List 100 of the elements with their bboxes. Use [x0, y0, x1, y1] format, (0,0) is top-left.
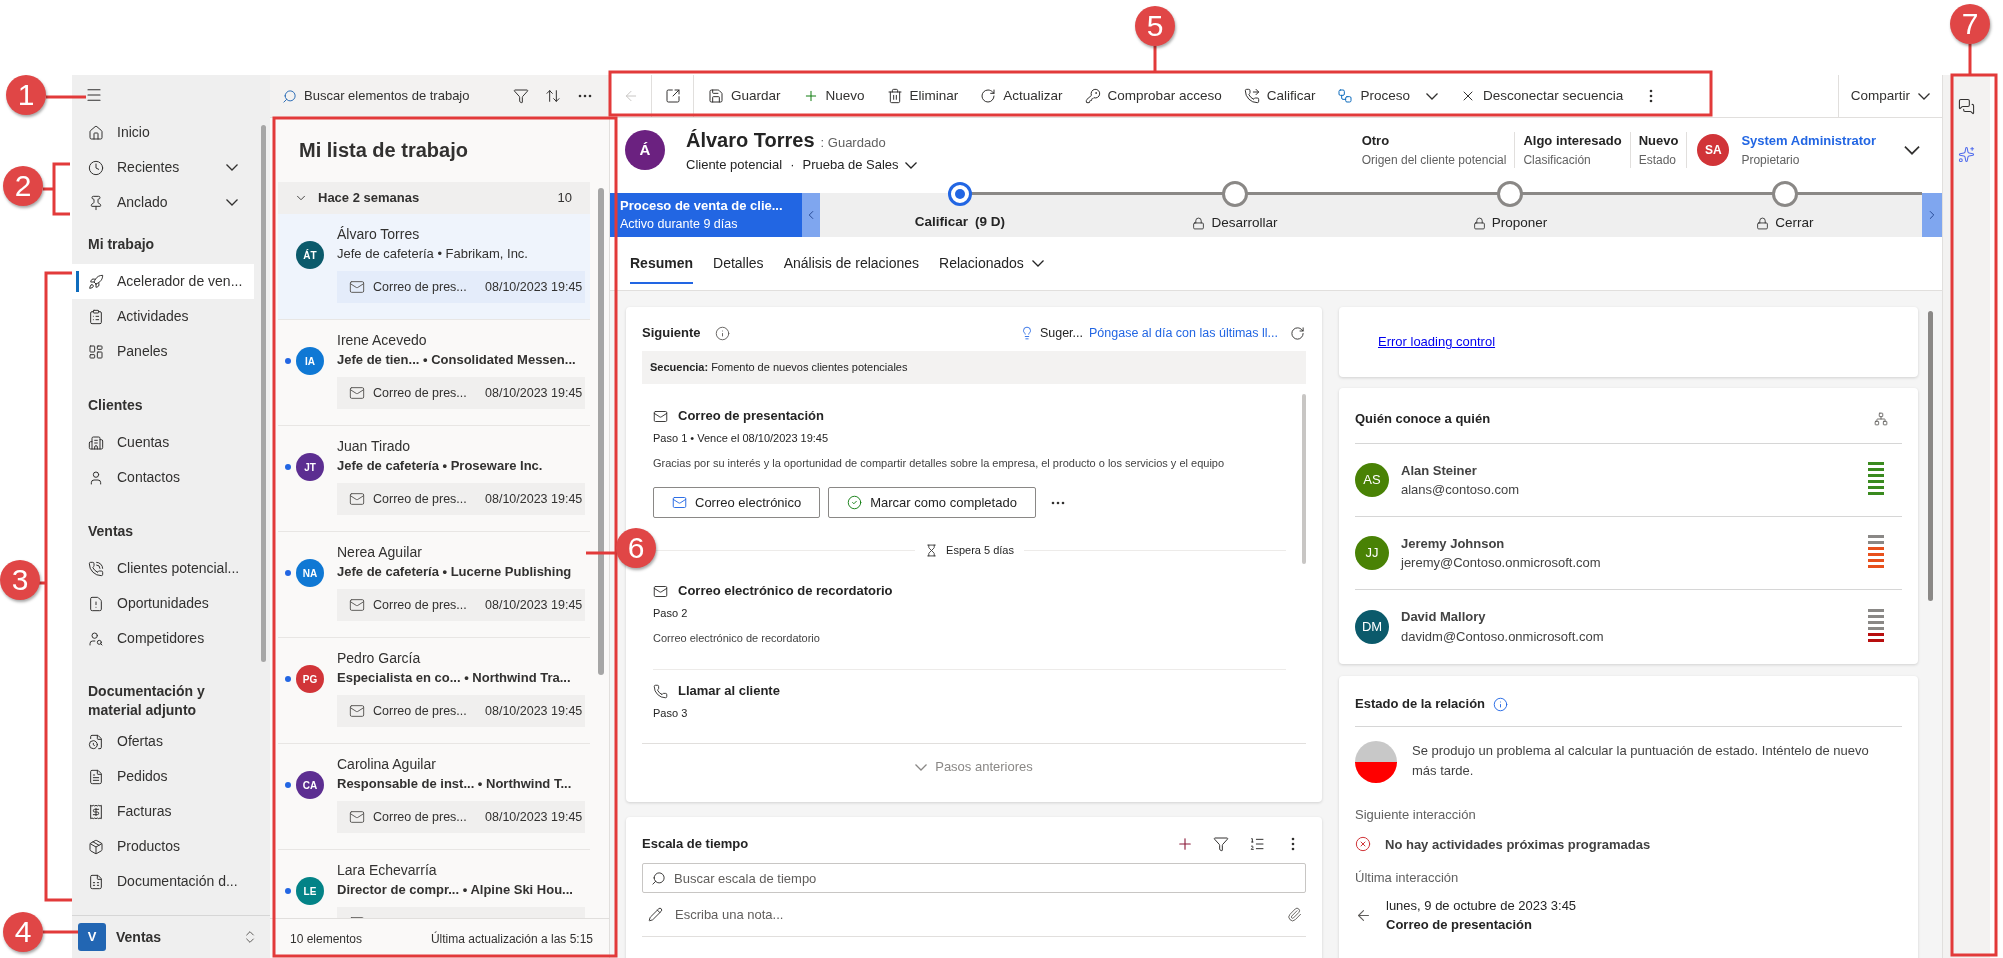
nav-item[interactable]: Cuentas	[72, 425, 254, 460]
avatar: JT	[296, 453, 324, 481]
dashboard-icon	[88, 343, 104, 360]
pencil-icon	[648, 907, 663, 922]
command-button[interactable]: Actualizar	[972, 78, 1071, 114]
share-button[interactable]: Compartir	[1838, 78, 1942, 114]
process-stage[interactable]: Cerrar	[1647, 182, 1923, 237]
sequence-name: Secuencia: Fomento de nuevos clientes potenciales	[650, 360, 908, 376]
nav-group-title: Ventas	[88, 522, 135, 541]
refresh-button[interactable]	[1288, 324, 1306, 342]
command-button[interactable]: Proceso	[1329, 78, 1446, 114]
callout-badge: 7	[1950, 4, 1990, 44]
process-stage-box[interactable]: Proceso de venta de clie... Activo durante 9 días	[610, 193, 802, 237]
health-indicator-icon	[1355, 741, 1397, 783]
process-icon	[1337, 88, 1354, 104]
avatar: CA	[296, 771, 324, 799]
worklist-item[interactable]: IA Irene Acevedo Jefe de tien... • Consolidated Messen... Correo de pres... 08/10/2023 19:45	[278, 320, 590, 426]
nav-item[interactable]: Anclado	[72, 185, 254, 220]
activity-chip[interactable]: Correo de pres... 08/10/2023 19:45	[337, 483, 585, 515]
command-button[interactable]: Comprobar acceso	[1076, 78, 1230, 114]
activity-chip[interactable]: Correo de pres... 08/10/2023 19:45	[337, 271, 585, 303]
command-button[interactable]: Calificar	[1235, 78, 1324, 114]
lock-icon	[1756, 216, 1770, 230]
contact-name: Alan Steiner	[1401, 461, 1478, 480]
separator-dot: ·	[790, 156, 795, 175]
save-icon	[708, 88, 724, 104]
timeline-search-field[interactable]: Buscar escala de tiempo	[642, 863, 1306, 893]
avatar: ÁT	[296, 241, 324, 269]
scrollbar-thumb[interactable]	[261, 125, 266, 662]
form-selector[interactable]: Prueba de Sales	[802, 155, 917, 175]
contact-name: Jeremy Johnson	[1401, 534, 1506, 553]
nav-item[interactable]: Contactos	[72, 460, 254, 495]
building-icon	[88, 434, 104, 451]
error-link[interactable]: Error loading control	[1378, 332, 1496, 352]
step-action-button[interactable]: Marcar como completado	[828, 487, 1036, 518]
contact-name: Irene Acevedo	[337, 331, 428, 350]
nav-item[interactable]: Documentación d...	[72, 864, 254, 899]
callout-badge: 1	[6, 75, 46, 115]
worklist-item[interactable]: NA Nerea Aguilar Jefe de cafetería • Lucerne Publishing Correo de pres... 08/10/2023 19:45	[278, 532, 590, 638]
document-clock-icon	[88, 733, 104, 750]
suggestion-link[interactable]: Póngase al día con las últimas ll...	[1089, 323, 1278, 343]
nav-item[interactable]: Acelerador de ven...	[72, 264, 254, 299]
tab[interactable]: Detalles	[713, 245, 764, 284]
contact-avatar: DM	[1355, 609, 1389, 644]
note-field[interactable]: Escriba una nota...	[642, 893, 1306, 937]
nav-item[interactable]: Competidores	[72, 621, 254, 656]
tab[interactable]: Relacionados	[939, 245, 1044, 284]
card-title: Quién conoce a quién	[1355, 409, 1492, 428]
scrollbar-thumb[interactable]	[1928, 311, 1933, 601]
group-header[interactable]: Hace 2 semanas 10	[278, 182, 590, 214]
group-count: 10	[557, 189, 572, 208]
owner-label: Propietario	[1741, 151, 1801, 169]
command-button[interactable]: Nuevo	[794, 78, 873, 114]
nav-item[interactable]: Pedidos	[72, 759, 254, 794]
leader-line	[1153, 46, 1157, 72]
header-field-value: Otro	[1361, 132, 1391, 151]
owner-link[interactable]: System Administrator	[1741, 131, 1876, 151]
tab[interactable]: Análisis de relaciones	[783, 245, 920, 284]
activity-chip[interactable]: Correo de pres... 08/10/2023 19:45	[337, 801, 585, 833]
area-switcher[interactable]: V Ventas	[78, 923, 258, 951]
nav-item[interactable]: Actividades	[72, 299, 254, 334]
contact-avatar: AS	[1355, 463, 1389, 497]
nav-item[interactable]: Oportunidades	[72, 586, 254, 621]
activity-chip[interactable]: Correo de pres... 08/10/2023 19:45	[337, 377, 585, 409]
menu-button[interactable]	[85, 86, 103, 104]
command-button[interactable]: Desconectar secuencia	[1451, 78, 1632, 114]
step-title: Llamar al cliente	[678, 682, 780, 701]
previous-steps-button[interactable]: Pasos anteriores	[642, 744, 1306, 790]
nav-item[interactable]: Productos	[72, 829, 254, 864]
worklist-item[interactable]: PG Pedro García Especialista en co... • Northwind Tra... Correo de pres... 08/10/2023 19:45	[278, 638, 590, 744]
activity-chip[interactable]: Correo de pres... 08/10/2023 19:45	[337, 589, 585, 621]
tab[interactable]: Resumen	[630, 245, 694, 284]
last-interaction-label: Última interacción	[1355, 869, 1460, 887]
nav-item[interactable]: Inicio	[72, 115, 254, 150]
worklist-item[interactable]: ÁT Álvaro Torres Jefe de cafetería • Fabrikam, Inc. Correo de pres... 08/10/2023 19:45	[278, 214, 590, 320]
nav-item[interactable]: Paneles	[72, 334, 254, 369]
item-count: 10 elementos	[290, 930, 363, 948]
popout-icon	[664, 88, 681, 104]
paperclip-icon	[1287, 907, 1302, 922]
contact-subtitle: Jefe de cafetería • Fabrikam, Inc.	[337, 245, 529, 263]
nav-item[interactable]: Ofertas	[72, 724, 254, 759]
nav-item[interactable]: Facturas	[72, 794, 254, 829]
activity-chip[interactable]: Correo de pres... 08/10/2023 19:45	[337, 695, 585, 727]
process-stage[interactable]: Desarrollar	[1097, 182, 1373, 237]
nav-item[interactable]: Recientes	[72, 150, 254, 185]
process-stage[interactable]: Calificar (9 D)	[822, 182, 1098, 237]
process-stage[interactable]: Proponer	[1372, 182, 1648, 237]
callout-badge: 2	[3, 166, 43, 206]
next-interaction-value: No hay actividades próximas programadas	[1385, 835, 1651, 854]
command-button[interactable]: Eliminar	[878, 78, 967, 114]
command-button[interactable]: Guardar	[700, 78, 789, 114]
step-action-button[interactable]: Correo electrónico	[653, 487, 821, 518]
avatar: IA	[296, 347, 324, 375]
worklist-item[interactable]: JT Juan Tirado Jefe de cafetería • Proseware Inc. Correo de pres... 08/10/2023 19:45	[278, 426, 590, 532]
nav-item[interactable]: Clientes potencial...	[72, 551, 254, 586]
scrollbar-thumb[interactable]	[598, 188, 604, 675]
person-icon	[88, 469, 104, 486]
scrollbar-thumb[interactable]	[1302, 394, 1306, 564]
worklist-item[interactable]: CA Carolina Aguilar Responsable de inst... • Northwind T... Correo de pres... 08/10/2023 19:45	[278, 744, 590, 850]
nav-group-title: Documentación y material adjunto	[88, 682, 206, 720]
